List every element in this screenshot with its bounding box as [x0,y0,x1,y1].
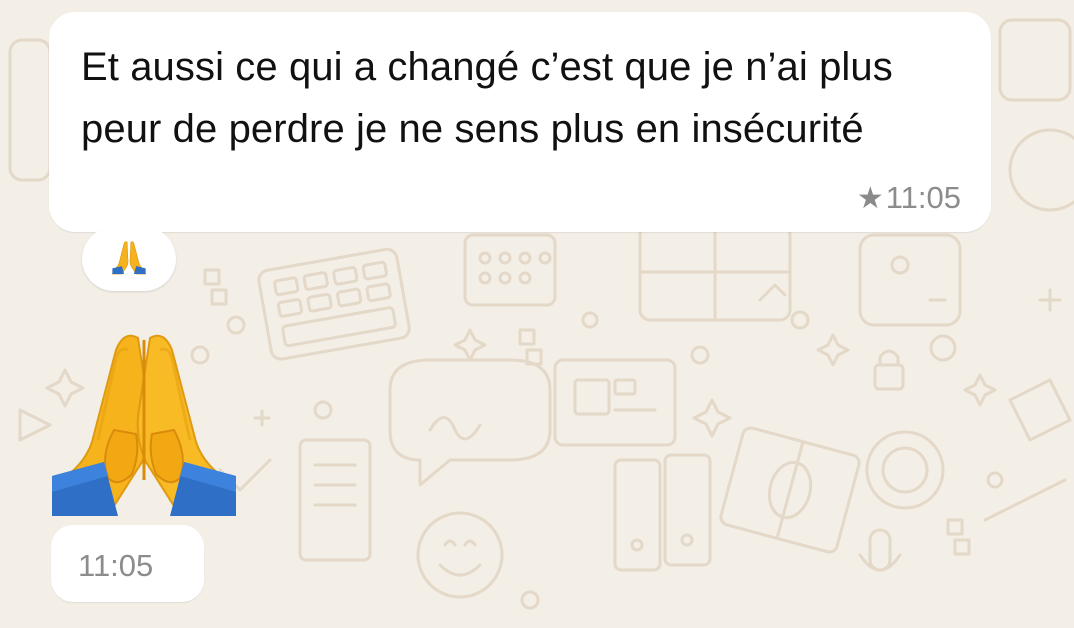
message-bubble[interactable]: Et aussi ce qui a changé c’est que je n’… [49,12,991,232]
message-time: 11:05 [885,180,961,215]
star-icon: ★ [856,182,884,215]
message-text: Et aussi ce qui a changé c’est que je n’… [81,45,893,151]
message-meta: ★11:05 [857,180,961,216]
emoji-message[interactable] [50,330,238,521]
folded-hands-icon [112,241,146,275]
message-time: 11:05 [78,548,154,583]
reaction-pill[interactable] [82,227,176,291]
emoji-time-bubble: 11:05 [51,525,204,602]
folded-hands-icon [50,334,238,516]
